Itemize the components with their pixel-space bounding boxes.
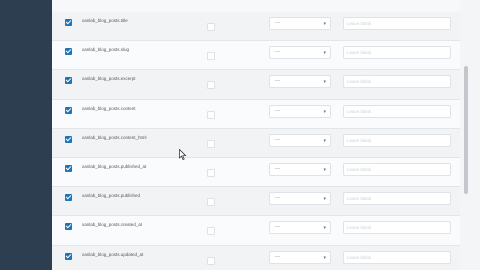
value-input-placeholder: Leave blank [347, 108, 372, 114]
type-select-value: — [275, 107, 280, 114]
chevron-down-icon: ▾ [323, 254, 326, 261]
include-checkbox[interactable] [65, 48, 72, 56]
type-select-value: — [275, 253, 280, 260]
value-input-placeholder: Leave blank [347, 137, 372, 143]
secondary-checkbox[interactable] [207, 168, 215, 177]
include-checkbox[interactable] [65, 77, 72, 85]
chevron-down-icon: ▾ [323, 196, 326, 203]
secondary-checkbox[interactable] [207, 139, 215, 148]
value-input[interactable]: Leave blank [343, 250, 451, 264]
include-checkbox[interactable] [65, 19, 72, 26]
field-name: xanlab_blog_posts.updated_at [82, 251, 144, 257]
field-name: xanlab_blog_posts.slug [82, 47, 130, 53]
include-checkbox[interactable] [65, 164, 72, 172]
type-select-value: — [275, 224, 280, 231]
type-select[interactable]: — ▾ [269, 192, 331, 206]
field-name: xanlab_blog_posts.excerpt [82, 76, 136, 82]
field-name: xanlab_blog_posts.published_at [82, 163, 147, 169]
field-mapping-panel: xanlab_blog_posts.title — ▾ Leave blank xanl… [52, 0, 460, 270]
secondary-checkbox[interactable] [207, 256, 215, 265]
secondary-checkbox[interactable] [207, 110, 215, 119]
field-name: xanlab_blog_posts.published [82, 193, 141, 199]
chevron-down-icon: ▾ [323, 108, 326, 115]
include-checkbox[interactable] [65, 135, 72, 143]
value-input[interactable]: Leave blank [343, 192, 451, 206]
type-select[interactable]: — ▾ [269, 250, 331, 264]
type-select[interactable]: — ▾ [269, 162, 331, 176]
table-row: xanlab_blog_posts.published_at — ▾ Leave bl… [52, 157, 460, 188]
secondary-checkbox[interactable] [207, 23, 215, 31]
value-input[interactable]: Leave blank [343, 17, 451, 30]
mouse-pointer-icon [179, 149, 187, 160]
field-name: xanlab_blog_posts.content [82, 105, 136, 111]
value-input[interactable]: Leave blank [343, 46, 451, 60]
value-input-placeholder: Leave blank [347, 79, 372, 85]
secondary-checkbox[interactable] [207, 227, 215, 236]
sidebar [0, 0, 52, 270]
include-checkbox[interactable] [65, 106, 72, 114]
chevron-down-icon: ▾ [323, 21, 326, 27]
value-input-placeholder: Leave blank [347, 166, 372, 172]
table-row: xanlab_blog_posts.excerpt — ▾ Leave blank [52, 70, 460, 100]
field-name: xanlab_blog_posts.content_html [82, 134, 147, 140]
chevron-down-icon: ▾ [323, 50, 326, 57]
vertical-scrollbar[interactable] [460, 0, 480, 270]
value-input-placeholder: Leave blank [347, 50, 372, 56]
chevron-down-icon: ▾ [323, 137, 326, 144]
include-checkbox[interactable] [65, 223, 72, 231]
value-input-placeholder: Leave blank [347, 254, 372, 260]
table-row: xanlab_blog_posts.updated_at — ▾ Leave blan… [52, 245, 460, 270]
type-select[interactable]: — ▾ [269, 133, 331, 147]
value-input[interactable]: Leave blank [343, 133, 451, 147]
table-row: xanlab_blog_posts.created_at — ▾ Leave blan… [52, 216, 460, 246]
secondary-checkbox[interactable] [207, 81, 215, 90]
table-row: xanlab_blog_posts.content — ▾ Leave blank [52, 99, 460, 129]
value-input-placeholder: Leave blank [347, 225, 372, 231]
value-input[interactable]: Leave blank [343, 75, 451, 89]
type-select-value: — [275, 49, 280, 56]
type-select-value: — [275, 20, 280, 26]
table-row: xanlab_blog_posts.slug — ▾ Leave blank [52, 41, 460, 71]
field-name: xanlab_blog_posts.created_at [82, 222, 143, 228]
value-input[interactable]: Leave blank [343, 221, 451, 235]
type-select[interactable]: — ▾ [269, 75, 331, 89]
table-row: xanlab_blog_posts.content_html — ▾ Leave bl… [52, 128, 460, 158]
type-select-value: — [275, 136, 280, 143]
chevron-down-icon: ▾ [323, 225, 326, 232]
include-checkbox[interactable] [65, 194, 72, 202]
value-input-placeholder: Leave blank [347, 196, 372, 202]
secondary-checkbox[interactable] [207, 52, 215, 61]
type-select-value: — [275, 78, 280, 85]
value-input-placeholder: Leave blank [347, 21, 372, 26]
value-input[interactable]: Leave blank [343, 162, 451, 176]
value-input[interactable]: Leave blank [343, 104, 451, 118]
table-row: xanlab_blog_posts.published — ▾ Leave blank [52, 187, 460, 217]
secondary-checkbox[interactable] [207, 198, 215, 207]
type-select[interactable]: — ▾ [269, 17, 331, 30]
field-name: xanlab_blog_posts.title [82, 18, 128, 23]
table-row: xanlab_blog_posts.title — ▾ Leave blank [52, 12, 460, 42]
field-rows: xanlab_blog_posts.title — ▾ Leave blank xanl… [52, 12, 460, 270]
type-select[interactable]: — ▾ [269, 221, 331, 235]
type-select-value: — [275, 165, 280, 172]
type-select-value: — [275, 195, 280, 202]
type-select[interactable]: — ▾ [269, 46, 331, 60]
type-select[interactable]: — ▾ [269, 104, 331, 118]
chevron-down-icon: ▾ [323, 79, 326, 86]
scrollbar-thumb[interactable] [464, 66, 468, 194]
chevron-down-icon: ▾ [323, 166, 326, 173]
include-checkbox[interactable] [65, 252, 72, 260]
